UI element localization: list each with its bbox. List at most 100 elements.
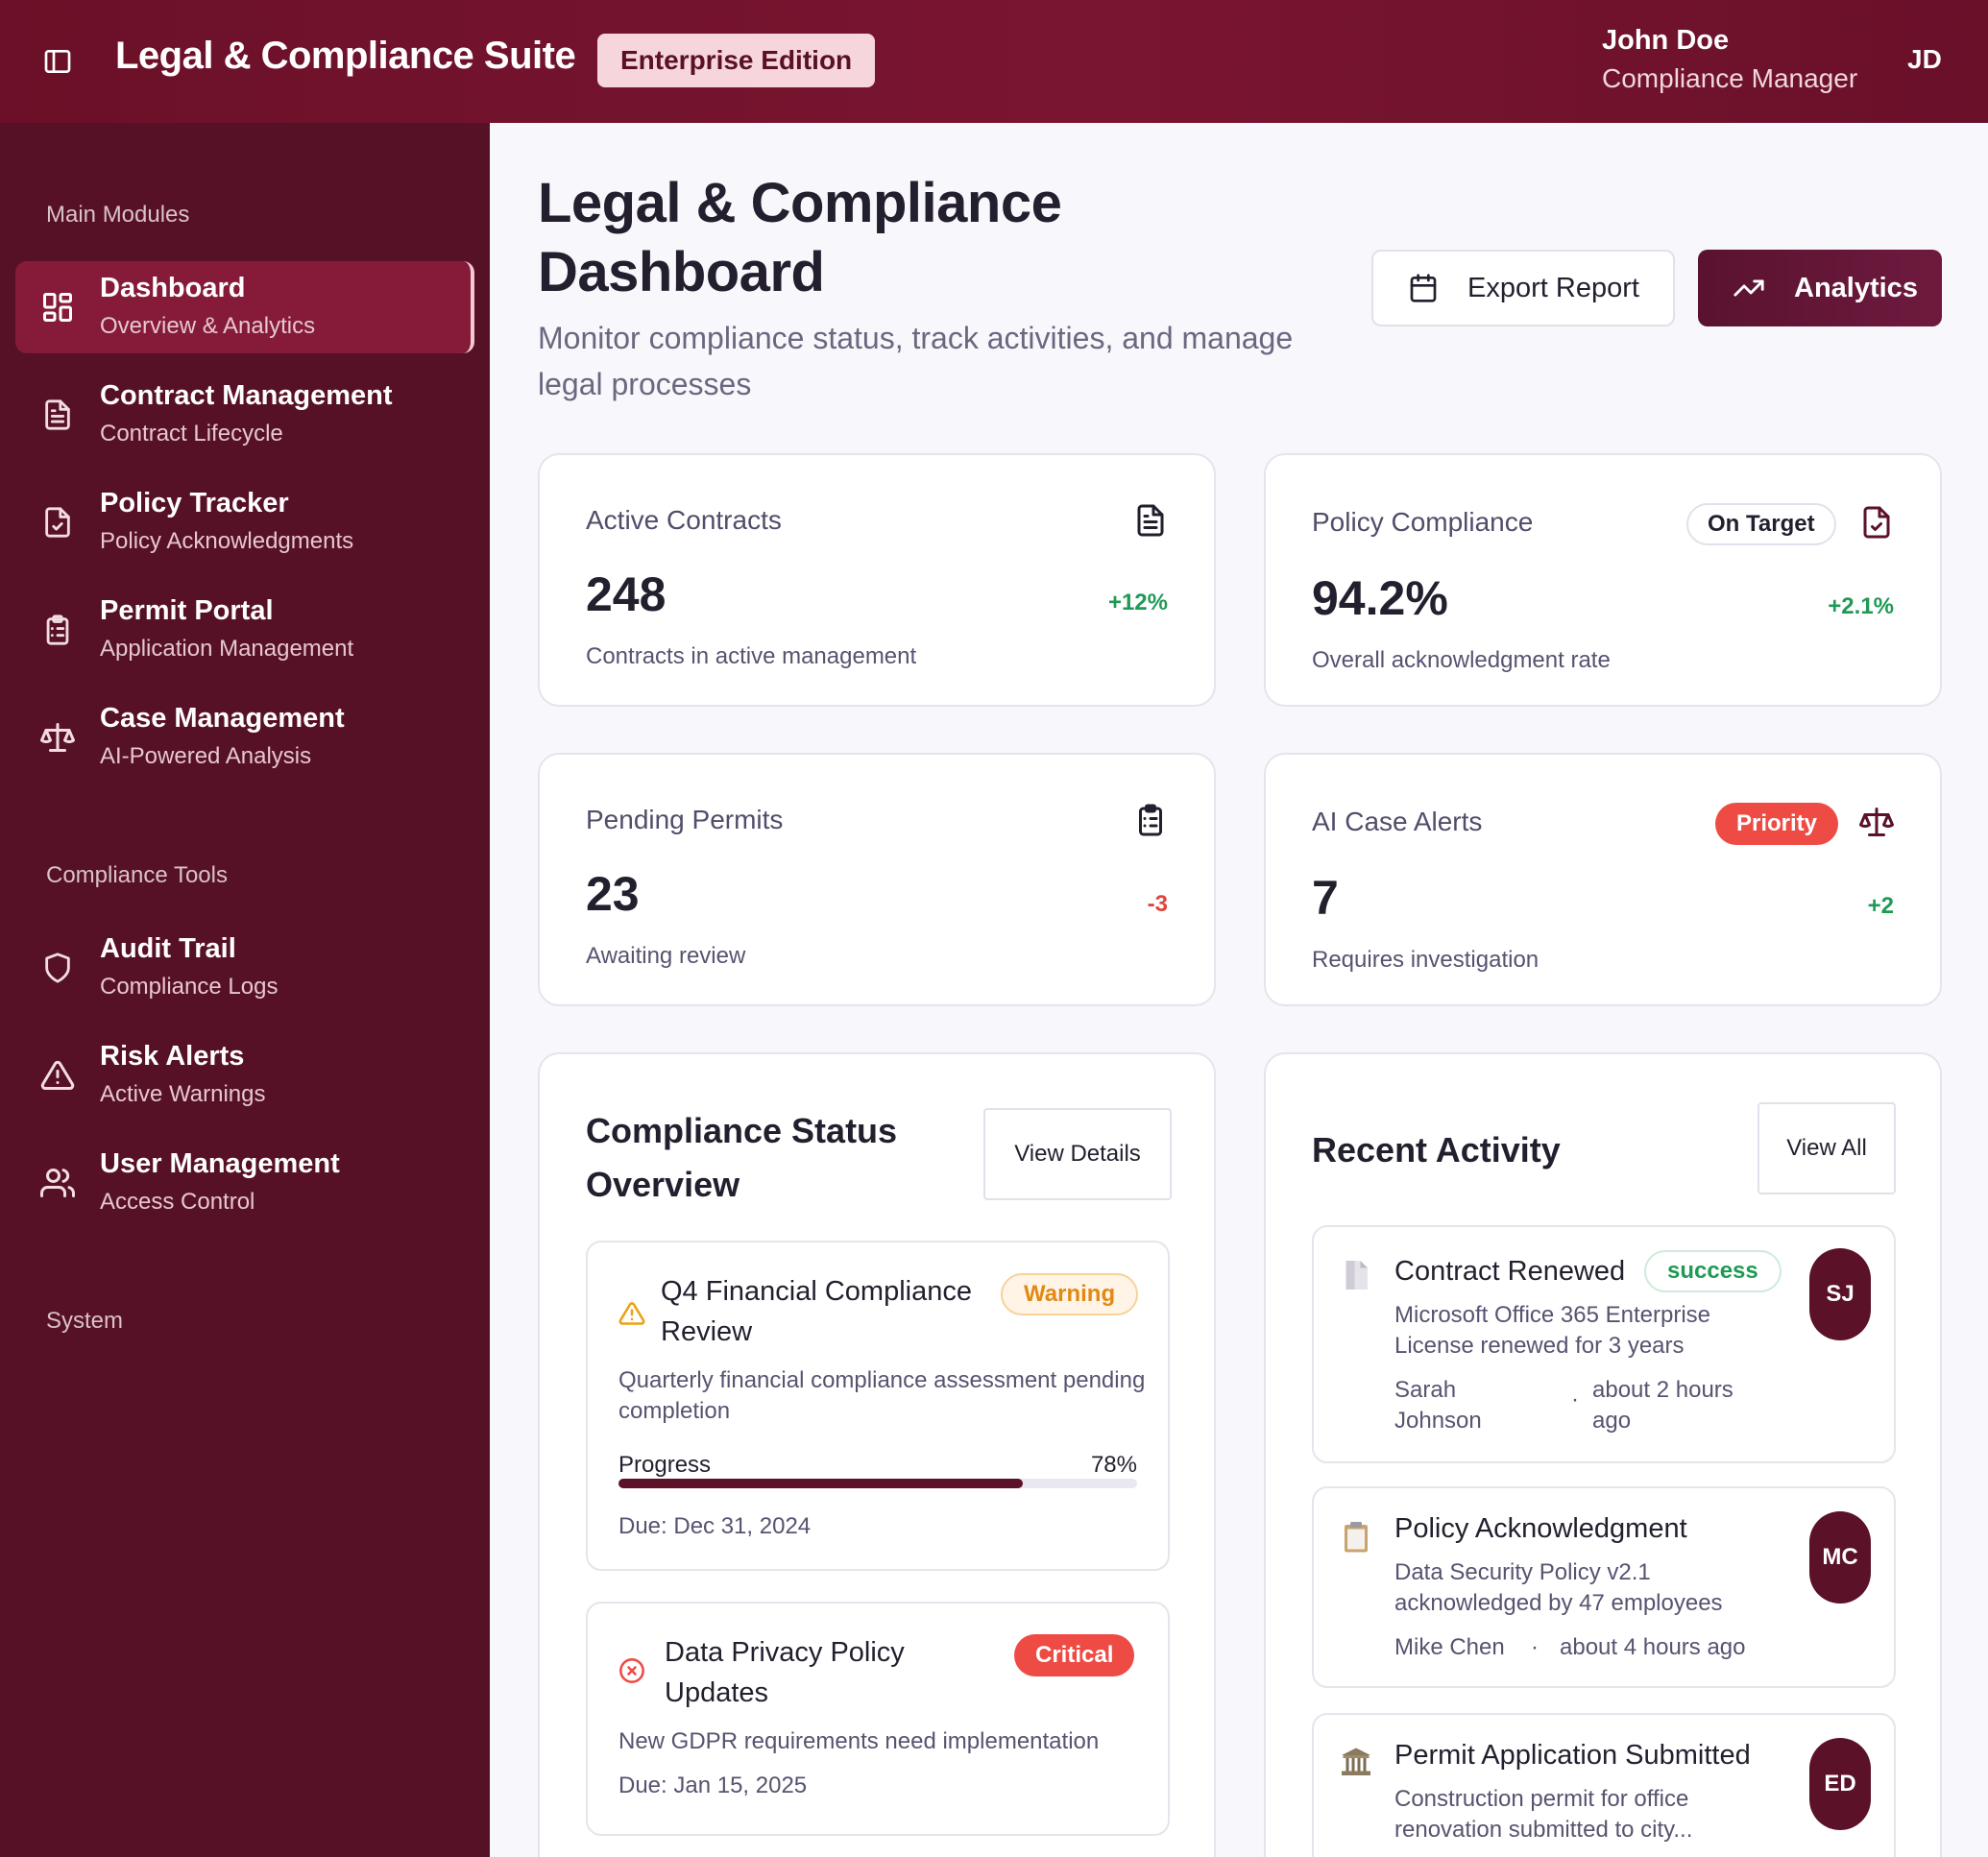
sidebar-item-subtitle: Compliance Logs: [100, 974, 279, 1000]
export-report-button[interactable]: Export Report: [1371, 250, 1675, 326]
activity-title: Policy Acknowledgment: [1394, 1513, 1687, 1544]
stat-label: Policy Compliance: [1312, 507, 1534, 537]
view-all-button[interactable]: View All: [1758, 1102, 1896, 1194]
page-title: Legal & Compliance Dashboard: [538, 172, 1062, 303]
compliance-status-panel: Compliance Status Overview View Details …: [538, 1052, 1216, 1857]
sidebar-item-subtitle: Overview & Analytics: [100, 313, 316, 339]
export-report-label: Export Report: [1467, 272, 1639, 303]
sidebar-item-permit-portal[interactable]: Permit Portal Application Management: [15, 584, 474, 676]
page-icon: [1346, 1261, 1368, 1290]
compliance-item-description: New GDPR requirements need implementatio…: [618, 1728, 1100, 1754]
stat-label: Pending Permits: [586, 805, 784, 834]
stat-value: 94.2%: [1312, 571, 1448, 625]
activity-title: Contract Renewed: [1394, 1256, 1626, 1287]
progress-bar: [618, 1479, 1137, 1488]
compliance-item[interactable]: Q4 Financial Compliance Review Warning Q…: [586, 1241, 1170, 1571]
separator-dot: ·: [1531, 1634, 1539, 1660]
sidebar-item-user-management[interactable]: User Management Access Control: [15, 1137, 474, 1229]
sidebar-item-title: Audit Trail: [100, 933, 236, 964]
stat-change: -3: [1147, 891, 1168, 917]
trending-up-icon: [1733, 279, 1764, 297]
sidebar-item-audit-trail[interactable]: Audit Trail Compliance Logs: [15, 922, 474, 1014]
stat-change: +12%: [1107, 590, 1168, 615]
status-badge: On Target: [1686, 503, 1836, 545]
clipboard-list-icon: [38, 611, 77, 649]
sidebar-item-title: Contract Management: [100, 380, 393, 411]
progress-bar-fill: [618, 1479, 1024, 1488]
progress-value: 78%: [1090, 1452, 1137, 1478]
sidebar-item-subtitle: Application Management: [100, 636, 354, 662]
activity-item[interactable]: Contract Renewed success Microsoft Offic…: [1312, 1225, 1896, 1463]
stat-change: +2.1%: [1828, 593, 1894, 619]
compliance-item-title: Q4 Financial Compliance Review: [661, 1276, 972, 1347]
section-label-compliance-tools: Compliance Tools: [46, 862, 228, 888]
status-badge: Warning: [1001, 1273, 1139, 1315]
stat-description: Contracts in active management: [586, 643, 917, 669]
compliance-item-due: Due: Dec 31, 2024: [618, 1513, 812, 1539]
document-icon: [1137, 504, 1164, 537]
sidebar-item-subtitle: Access Control: [100, 1189, 255, 1215]
file-check-icon: [38, 503, 77, 542]
compliance-item-title: Data Privacy Policy Updates: [665, 1637, 905, 1708]
sidebar-item-dashboard[interactable]: Dashboard Overview & Analytics: [15, 261, 474, 353]
activity-item[interactable]: Permit Application Submitted Constructio…: [1312, 1713, 1896, 1857]
building-icon: [1342, 1748, 1370, 1775]
document-icon: [38, 396, 77, 434]
sidebar-item-contract-management[interactable]: Contract Management Contract Lifecycle: [15, 369, 474, 461]
panel-title: Compliance Status Overview: [586, 1111, 898, 1204]
sidebar-item-subtitle: Active Warnings: [100, 1081, 266, 1107]
sidebar-item-title: Permit Portal: [100, 595, 274, 626]
sidebar-toggle-icon[interactable]: [38, 42, 77, 81]
sidebar-item-subtitle: Policy Acknowledgments: [100, 528, 354, 554]
page-subtitle: Monitor compliance status, track activit…: [538, 321, 1294, 401]
shield-icon: [38, 949, 77, 987]
calendar-icon: [1410, 274, 1437, 302]
stat-card-policy-compliance: Policy Compliance On Target 94.2% +2.1% …: [1264, 453, 1942, 707]
stat-value: 23: [586, 867, 640, 921]
activity-user: Sarah Johnson: [1394, 1377, 1482, 1434]
activity-description: Data Security Policy v2.1 acknowledged b…: [1394, 1559, 1723, 1616]
section-label-main-modules: Main Modules: [46, 202, 190, 228]
panel-title: Recent Activity: [1312, 1130, 1561, 1170]
app-title: Legal & Compliance Suite: [115, 35, 576, 77]
activity-description: Construction permit for office renovatio…: [1394, 1786, 1693, 1843]
user-avatar[interactable]: JD: [1907, 44, 1942, 75]
status-badge: Critical: [1014, 1634, 1135, 1676]
stat-card-ai-case-alerts: AI Case Alerts Priority 7 +2 Requires in…: [1264, 753, 1942, 1006]
sidebar-item-title: Risk Alerts: [100, 1041, 245, 1072]
activity-time: about 2 hours ago: [1592, 1377, 1733, 1434]
recent-activity-panel: Recent Activity View All Contract Renewe…: [1264, 1052, 1942, 1857]
avatar: SJ: [1809, 1248, 1871, 1340]
sidebar-item-risk-alerts[interactable]: Risk Alerts Active Warnings: [15, 1029, 474, 1121]
activity-time: about 4 hours ago: [1560, 1634, 1746, 1660]
dashboard-grid-icon: [38, 288, 77, 326]
avatar: ED: [1809, 1738, 1871, 1830]
activity-user: Mike Chen: [1394, 1634, 1505, 1660]
sidebar-item-case-management[interactable]: Case Management AI-Powered Analysis: [15, 691, 474, 784]
edition-badge: Enterprise Edition: [597, 34, 876, 87]
sidebar-item-policy-tracker[interactable]: Policy Tracker Policy Acknowledgments: [15, 476, 474, 568]
users-icon: [38, 1164, 77, 1202]
clipboard-list-icon: [1139, 804, 1162, 836]
progress-label: Progress: [618, 1452, 712, 1478]
sidebar-item-subtitle: AI-Powered Analysis: [100, 743, 312, 769]
scale-icon: [38, 718, 77, 757]
warning-triangle-icon: [38, 1056, 77, 1095]
sidebar-item-title: Policy Tracker: [100, 488, 289, 519]
analytics-button[interactable]: Analytics: [1698, 250, 1942, 326]
sidebar-item-subtitle: Contract Lifecycle: [100, 421, 283, 446]
stat-value: 7: [1312, 871, 1339, 925]
view-details-button[interactable]: View Details: [983, 1108, 1172, 1200]
sidebar: Main Modules Dashboard Overview & Analyt…: [0, 123, 490, 1857]
priority-badge: Priority: [1715, 803, 1839, 845]
activity-item[interactable]: Policy Acknowledgment Data Security Poli…: [1312, 1486, 1896, 1688]
compliance-item[interactable]: Data Privacy Policy Updates Critical New…: [586, 1602, 1170, 1836]
section-label-system: System: [46, 1308, 124, 1334]
stat-card-active-contracts: Active Contracts 248 +12% Contracts in a…: [538, 453, 1216, 707]
stat-description: Overall acknowledgment rate: [1312, 647, 1611, 673]
sidebar-item-title: User Management: [100, 1148, 340, 1179]
compliance-item-due: Due: Jan 15, 2025: [618, 1773, 808, 1798]
activity-title: Permit Application Submitted: [1394, 1740, 1751, 1771]
status-badge: success: [1644, 1250, 1782, 1292]
clipboard-icon: [1345, 1522, 1368, 1553]
